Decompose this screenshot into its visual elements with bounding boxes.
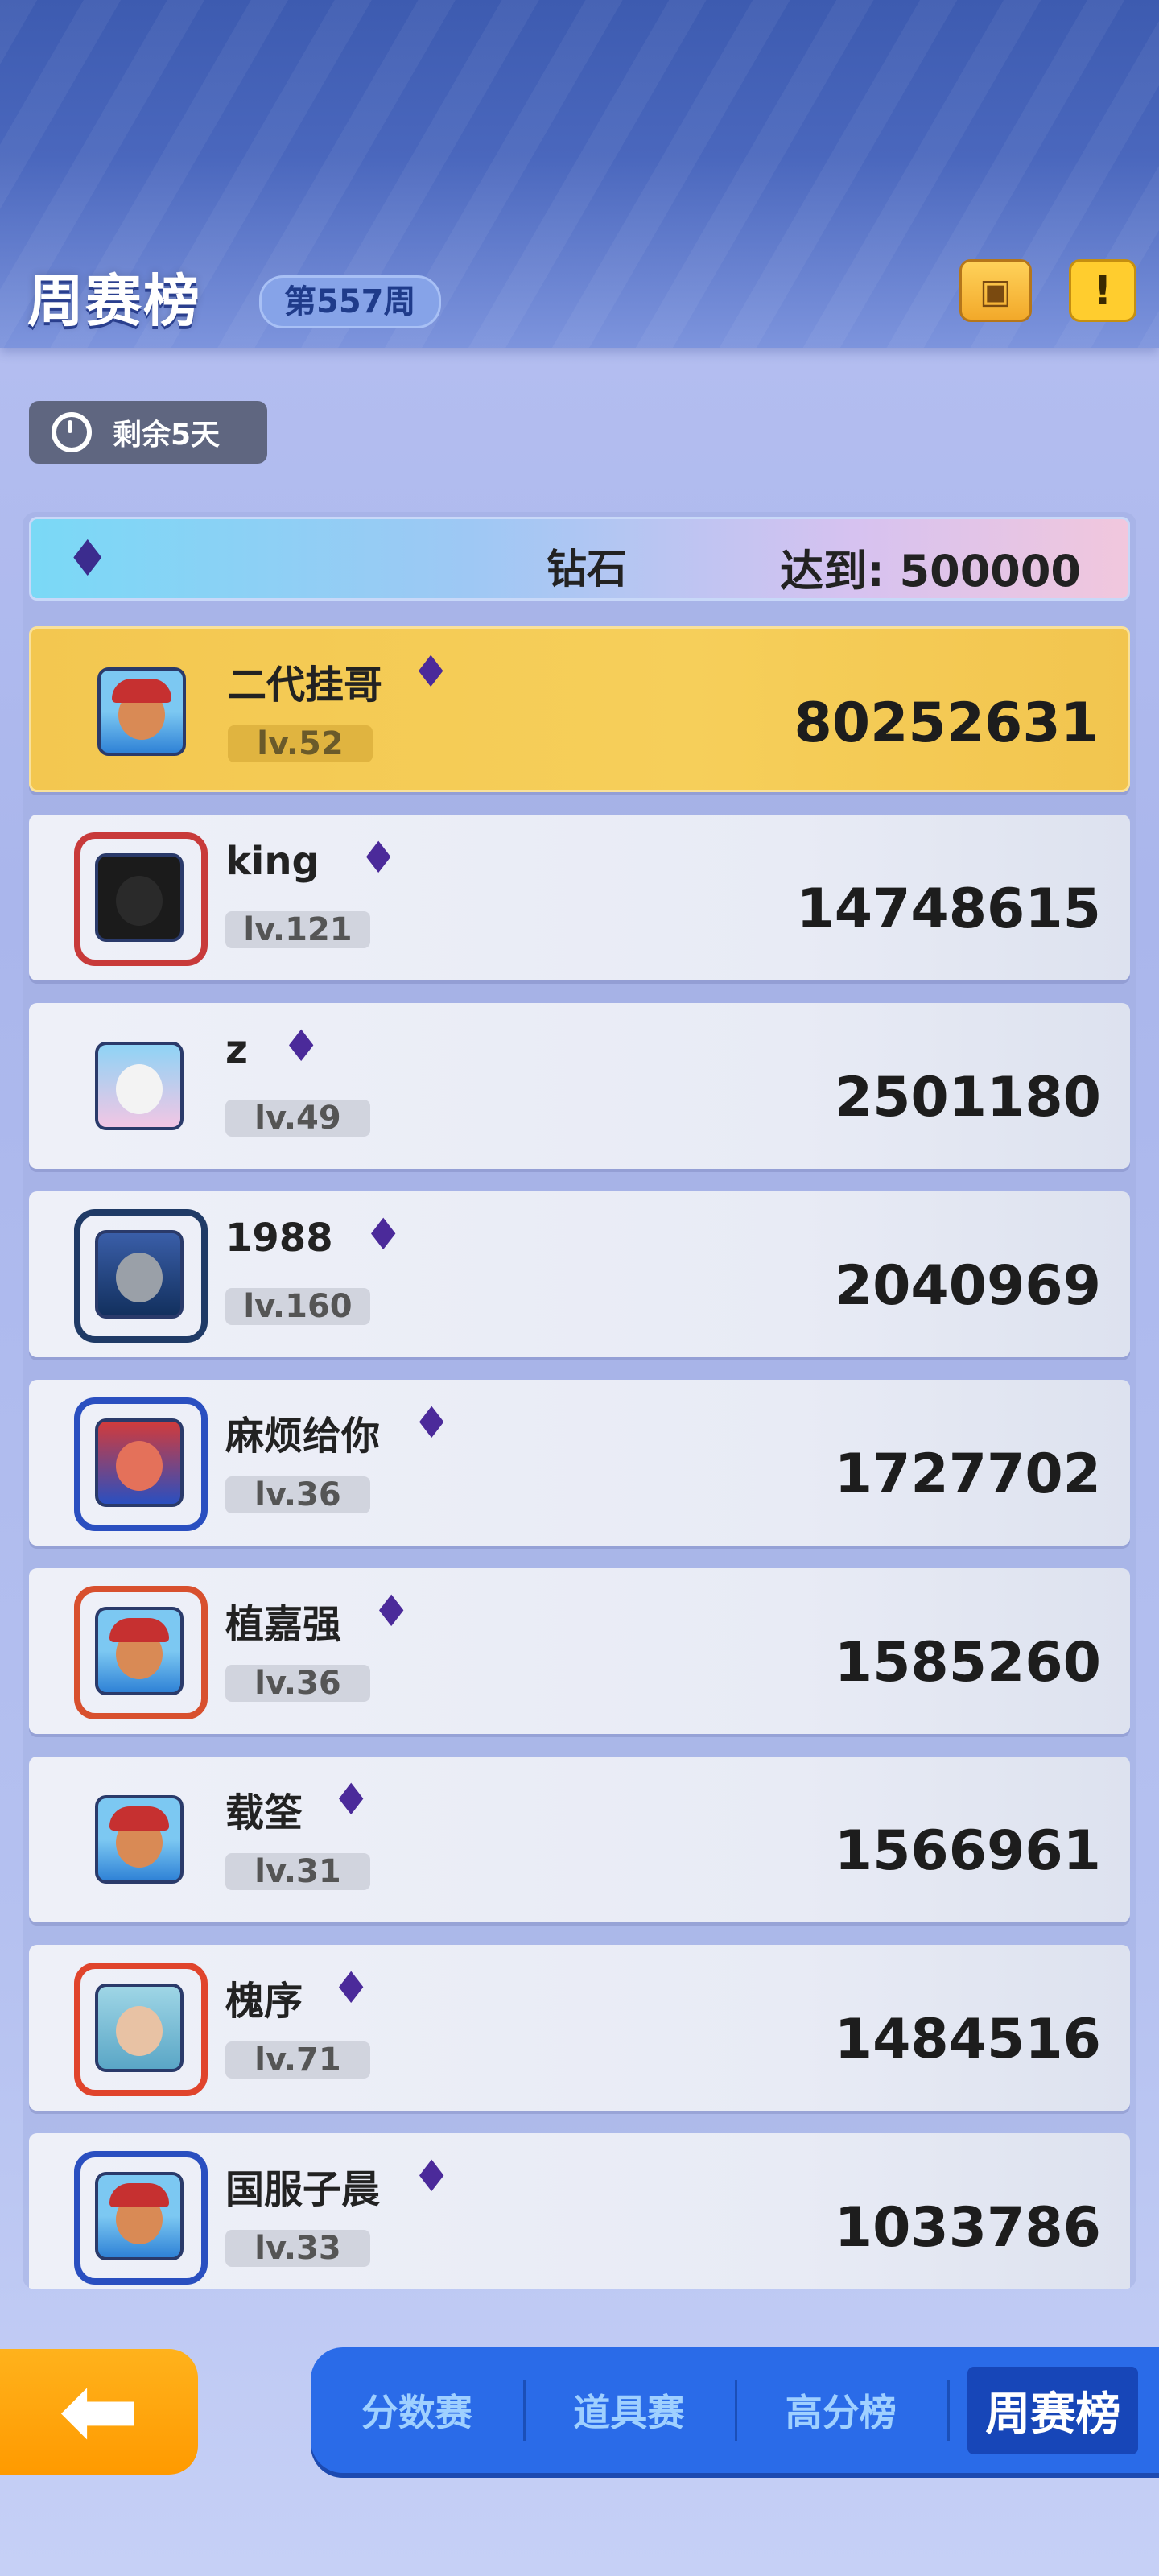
leaderboard-row[interactable]: 国服子晨 ♦ lv.33 1033786 [29, 2133, 1130, 2289]
player-avatar[interactable] [97, 667, 186, 756]
leaderboard-row[interactable]: 载筌 ♦ lv.31 1566961 [29, 1757, 1130, 1922]
player-name: 1988 [225, 1216, 333, 1261]
player-name: 载筌 [225, 1790, 303, 1835]
time-remaining-text: 剩余5天 [113, 419, 221, 452]
player-name: 麻烦给你 [225, 1414, 381, 1459]
player-avatar[interactable] [95, 853, 184, 942]
player-score: 1484516 [834, 2008, 1101, 2071]
stopwatch-icon [52, 412, 92, 452]
player-avatar[interactable] [95, 1795, 184, 1884]
player-score: 1585260 [834, 1631, 1101, 1695]
back-arrow-icon: ⬅ [58, 2355, 140, 2467]
tier-bar: ♦ 钻石 达到: 500000 [29, 517, 1130, 601]
player-level: lv.49 [225, 1100, 370, 1137]
player-score: 1033786 [834, 2196, 1101, 2260]
tab-weekly-ranking[interactable]: 周赛榜 [947, 2347, 1159, 2473]
tier-target: 达到: 500000 [780, 546, 1081, 597]
player-score: 2040969 [834, 1254, 1101, 1318]
player-score: 1566961 [834, 1819, 1101, 1883]
diamond-medal-icon: ♦ [282, 1021, 321, 1071]
diamond-medal-icon: ♦ [364, 1209, 403, 1260]
player-avatar[interactable] [95, 1418, 184, 1507]
page-title: 周赛榜 [27, 268, 201, 334]
player-level: lv.160 [225, 1288, 370, 1325]
time-remaining-badge: 剩余5天 [29, 401, 267, 464]
leaderboard-row[interactable]: 二代挂哥 ♦ lv.52 80252631 [29, 626, 1130, 792]
leaderboard-row[interactable]: z ♦ lv.49 2501180 [29, 1003, 1130, 1169]
leaderboard-row[interactable]: 麻烦给你 ♦ lv.36 1727702 [29, 1380, 1130, 1546]
player-score: 14748615 [796, 877, 1101, 941]
leaderboard-row[interactable]: 槐序 ♦ lv.71 1484516 [29, 1945, 1130, 2111]
leaderboard-panel[interactable]: ♦ 钻石 达到: 500000 二代挂哥 ♦ lv.52 80252631 ki… [23, 512, 1136, 2289]
back-button[interactable]: ⬅ [0, 2349, 198, 2475]
player-name: 槐序 [225, 1979, 303, 2024]
info-button[interactable]: ! [1069, 259, 1136, 322]
player-level: lv.36 [225, 1476, 370, 1513]
player-avatar[interactable] [95, 2172, 184, 2260]
leaderboard-row[interactable]: 1988 ♦ lv.160 2040969 [29, 1191, 1130, 1357]
player-avatar[interactable] [95, 1042, 184, 1130]
tab-high-score[interactable]: 高分榜 [735, 2347, 947, 2473]
diamond-medal-icon: ♦ [411, 646, 451, 697]
player-avatar[interactable] [95, 1607, 184, 1695]
exclamation-icon: ! [1093, 267, 1112, 314]
tier-name: 钻石 [547, 546, 627, 592]
diamond-medal-icon: ♦ [412, 1397, 452, 1448]
tab-item-race[interactable]: 道具赛 [522, 2347, 736, 2473]
player-name: king [225, 839, 320, 884]
leaderboard-row[interactable]: 植嘉强 ♦ lv.36 1585260 [29, 1568, 1130, 1734]
player-avatar[interactable] [95, 1984, 184, 2072]
player-score: 1727702 [834, 1443, 1101, 1506]
treasure-chest-icon: ▣ [980, 270, 1012, 311]
diamond-medal-icon: ♦ [332, 1774, 371, 1825]
diamond-medal-icon: ♦ [412, 2151, 452, 2202]
treasure-chest-button[interactable]: ▣ [959, 259, 1032, 322]
player-score: 2501180 [834, 1066, 1101, 1129]
player-name: 二代挂哥 [228, 663, 383, 708]
player-name: 植嘉强 [225, 1602, 342, 1647]
diamond-medal-icon: ♦ [65, 529, 110, 588]
diamond-medal-icon: ♦ [372, 1586, 411, 1637]
bottom-tab-bar: 分数赛 道具赛 高分榜 周赛榜 [311, 2347, 1159, 2473]
player-avatar[interactable] [95, 1230, 184, 1319]
player-score: 80252631 [794, 691, 1099, 755]
player-level: lv.33 [225, 2230, 370, 2267]
diamond-medal-icon: ♦ [332, 1963, 371, 2013]
player-level: lv.121 [225, 911, 370, 948]
diamond-medal-icon: ♦ [359, 832, 398, 883]
player-level: lv.31 [225, 1853, 370, 1890]
player-level: lv.71 [225, 2041, 370, 2079]
tab-score-race[interactable]: 分数赛 [311, 2347, 523, 2473]
player-name: z [225, 1027, 248, 1072]
week-badge: 第557周 [259, 275, 441, 328]
player-level: lv.36 [225, 1665, 370, 1702]
player-name: 国服子晨 [225, 2167, 381, 2212]
player-level: lv.52 [228, 725, 373, 762]
leaderboard-row[interactable]: king ♦ lv.121 14748615 [29, 815, 1130, 980]
